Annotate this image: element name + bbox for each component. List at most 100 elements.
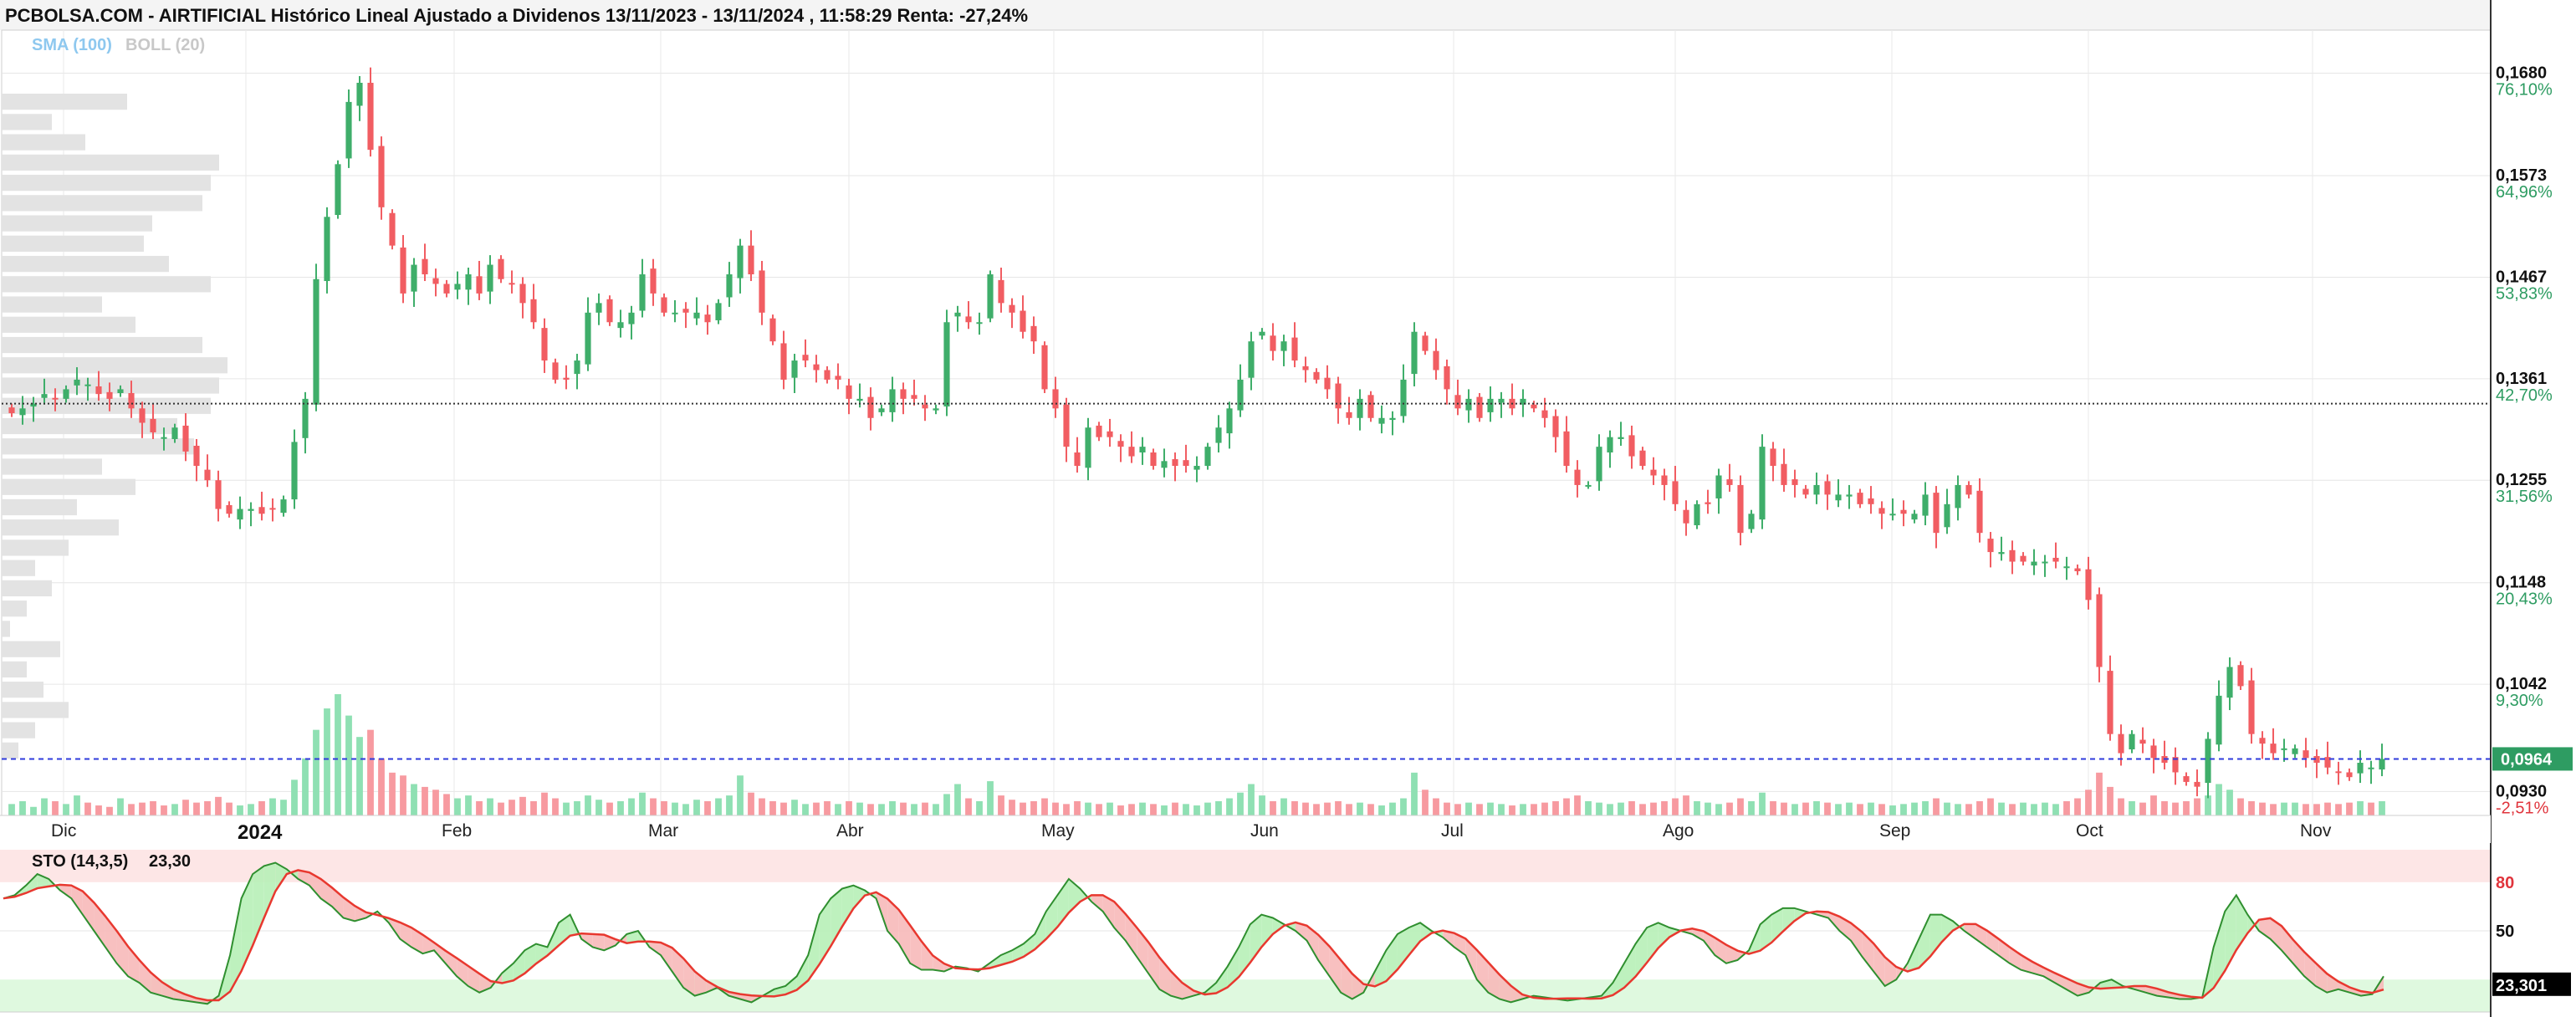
- volume-profile-bar: [2, 580, 52, 597]
- candle-body: [1802, 488, 1809, 495]
- volume-bar: [476, 800, 483, 815]
- candle-body: [1313, 371, 1320, 380]
- candle-body: [1955, 484, 1961, 508]
- candle-body: [1193, 466, 1200, 470]
- candle-body: [193, 445, 200, 467]
- volume-profile-bar: [2, 174, 211, 192]
- volume-bar: [1215, 800, 1222, 815]
- candle-body: [1705, 502, 1711, 504]
- volume-bar: [530, 800, 537, 815]
- volume-bar: [509, 800, 515, 815]
- candle-body: [1183, 460, 1189, 467]
- candle-body: [476, 276, 483, 294]
- volume-bar: [911, 804, 917, 815]
- legend-boll[interactable]: BOLL (20): [125, 36, 205, 54]
- volume-bar: [1955, 804, 1961, 815]
- candle-body: [1835, 494, 1842, 501]
- volume-profile-bar: [2, 498, 77, 516]
- candle-body: [1215, 427, 1222, 443]
- volume-bar: [867, 804, 874, 815]
- volume-bar: [606, 802, 613, 815]
- candle-body: [1367, 395, 1374, 418]
- volume-bar: [1618, 802, 1624, 815]
- volume-bar: [519, 796, 526, 815]
- volume-bar: [704, 800, 711, 815]
- volume-bar: [1846, 802, 1853, 815]
- volume-bar: [1422, 790, 1429, 815]
- candle-body: [1444, 365, 1450, 390]
- volume-bar: [1389, 802, 1396, 815]
- candle-body: [1618, 437, 1624, 439]
- candle-body: [2346, 772, 2353, 778]
- reference-lines: [2, 402, 2491, 760]
- candle-body: [1302, 365, 1309, 371]
- candle-body: [1020, 310, 1026, 332]
- legend-sma[interactable]: SMA (100): [32, 36, 112, 54]
- volume-bar: [269, 798, 276, 815]
- candle-body: [1715, 475, 1722, 498]
- candle-body: [1596, 447, 1602, 482]
- candle-body: [2085, 569, 2092, 600]
- candle-body: [1150, 452, 1157, 467]
- candle-body: [2096, 594, 2103, 667]
- volume-bar: [2118, 798, 2124, 815]
- volume-profile-bar: [2, 600, 27, 617]
- volume-bar: [563, 802, 570, 815]
- volume-bar: [19, 800, 26, 815]
- volume-bar: [2292, 802, 2298, 815]
- candle-body: [2292, 748, 2298, 754]
- volume-bar: [498, 802, 504, 815]
- candle-body: [1661, 475, 1668, 485]
- volume-bar: [41, 798, 48, 815]
- volume-profile-bar: [2, 94, 127, 110]
- candle-body: [1672, 481, 1679, 504]
- candle-body: [2031, 561, 2037, 566]
- volume-bar: [737, 775, 744, 815]
- x-tick-label: Nov: [2300, 821, 2332, 841]
- volume-bar: [1661, 800, 1668, 815]
- candle-body: [1726, 479, 1733, 485]
- candle-body: [215, 480, 222, 509]
- candle-body: [661, 297, 667, 313]
- candle-body: [650, 268, 657, 294]
- volume-bar: [204, 800, 211, 815]
- candle-body: [976, 322, 983, 325]
- y-tick-label: 0,1148: [2496, 574, 2546, 592]
- candle-body: [1128, 447, 1135, 457]
- volume-bar: [291, 779, 298, 815]
- candle-body: [530, 299, 537, 323]
- sto-current-value: 23,30: [149, 852, 191, 871]
- volume-bar: [965, 798, 972, 815]
- candle-body: [389, 212, 396, 246]
- y-tick-percent: 20,43%: [2496, 590, 2553, 609]
- volume-bar: [117, 798, 124, 815]
- candle-body: [63, 389, 69, 399]
- volume-bar: [1705, 802, 1711, 815]
- volume-bar: [552, 798, 559, 815]
- candle-body: [824, 370, 831, 380]
- volume-bar: [541, 792, 548, 815]
- y-tick-percent: 76,10%: [2496, 81, 2553, 100]
- candle-body: [1096, 425, 1102, 437]
- candle-body: [2368, 767, 2374, 769]
- volume-bar: [1541, 802, 1548, 815]
- x-tick-label: Ago: [1663, 821, 1694, 841]
- volume-bar: [900, 802, 907, 815]
- volume-bar: [824, 800, 831, 815]
- candle-body: [911, 395, 917, 399]
- volume-bar: [74, 795, 80, 815]
- volume-bar: [2096, 772, 2103, 815]
- volume-bar: [1259, 795, 1265, 815]
- candle-body: [2303, 750, 2309, 759]
- candle-body: [1335, 383, 1342, 409]
- volume-bar: [2042, 802, 2048, 815]
- candle-body: [378, 146, 385, 207]
- volume-profile-bar: [2, 661, 27, 678]
- candle-body: [19, 408, 26, 416]
- candle-body: [509, 283, 515, 285]
- volume-bar: [987, 781, 994, 815]
- y-tick-percent: -2,51%: [2496, 799, 2549, 817]
- volume-bar: [378, 758, 385, 815]
- candle-body: [2226, 667, 2233, 698]
- volume-profile-bar: [2, 276, 211, 293]
